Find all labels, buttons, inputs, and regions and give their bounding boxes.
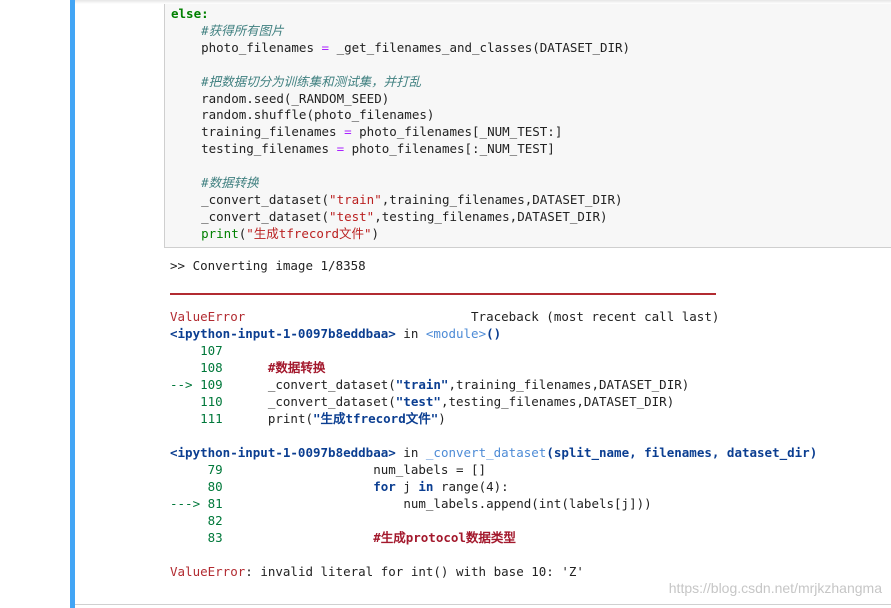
code-text: random.shuffle(photo_filenames) [171,107,435,123]
code-text: ,testing_filenames,DATASET_DIR) [374,208,608,224]
line-number: 79 [170,462,223,477]
code-text: _convert_dataset( [267,377,396,392]
code-text: ) [438,411,446,426]
code-string: "test" [395,394,441,409]
code-text: photo_filenames[_NUM_TEST:] [351,124,563,140]
code-string: "train" [395,377,449,392]
line-number: 107 [170,343,223,358]
current-line-number: ---> 81 [170,496,223,511]
code-text: testing_filenames [171,141,337,157]
traceback-label: Traceback (most recent call last) [245,309,720,324]
line-number: 110 [170,394,223,409]
code-editor[interactable]: else: #获得所有图片 photo_filenames = _get_fil… [171,6,630,243]
code-keyword: in [418,479,434,494]
code-text: random.seed(_RANDOM_SEED) [171,90,390,106]
code-builtin: print [201,225,239,241]
code-keyword: else: [171,6,209,21]
final-error-name: ValueError [170,564,246,579]
code-string: "train" [329,191,382,207]
watermark: https://blog.csdn.net/mrjkzhangma [668,580,882,596]
traceback-in: in [395,445,426,460]
code-text: range(4): [433,479,509,494]
code-keyword: for [373,479,396,494]
line-number: 80 [170,479,223,494]
code-string: "生成tfrecord文件" [246,225,372,241]
code-text: print( [267,411,313,426]
code-text: _convert_dataset( [171,191,330,207]
line-number: 83 [170,530,223,545]
cell-selection-bar [70,0,75,608]
code-text: ,training_filenames,DATASET_DIR) [448,377,690,392]
code-text: _convert_dataset( [171,208,330,224]
code-text: j [395,479,419,494]
traceback-args: (split_name, filenames, dataset_dir) [546,445,818,460]
final-error-message: : invalid literal for int() with base 10… [245,564,584,579]
code-text: num_labels = [] [373,462,487,477]
error-name: ValueError [170,309,246,324]
stream-output: >> Converting image 1/8358 [170,258,366,273]
traceback-comment: #生成protocol数据类型 [373,530,516,545]
traceback-paren: () [486,326,502,341]
code-string: "test" [329,208,375,224]
code-operator: = [321,39,330,55]
traceback-module: <module> [425,326,487,341]
traceback-function: _convert_dataset [425,445,547,460]
code-text: ,training_filenames,DATASET_DIR) [381,191,623,207]
code-text: num_labels.append(int(labels[j])) [403,496,652,511]
code-string: "生成tfrecord文件" [313,411,439,426]
traceback-file: <ipython-input-1-0097b8eddbaa> [170,445,396,460]
code-comment: #数据转换 [171,175,259,191]
code-comment: #获得所有图片 [171,22,284,38]
traceback-in: in [395,326,426,341]
code-text: ,testing_filenames,DATASET_DIR) [440,394,675,409]
code-text: _convert_dataset( [267,394,396,409]
code-text: training_filenames [171,124,345,140]
current-line-number: --> 109 [170,377,223,392]
line-number: 82 [170,513,223,528]
code-operator: = [344,124,352,140]
cell-bottom-border [75,604,891,605]
code-text: _get_filenames_and_classes(DATASET_DIR) [329,39,631,55]
cell-output: >> Converting image 1/8358 ValueError Tr… [170,257,817,580]
line-number: 111 [170,411,223,426]
line-number: 108 [170,360,223,375]
code-text: photo_filenames [171,39,322,55]
code-operator: = [336,141,345,157]
traceback-comment: #数据转换 [267,360,326,375]
code-comment: #把数据切分为训练集和测试集，并打乱 [171,73,422,89]
code-text: photo_filenames[:_NUM_TEST] [344,141,555,157]
code-text: ) [371,225,380,241]
traceback-file: <ipython-input-1-0097b8eddbaa> [170,326,396,341]
